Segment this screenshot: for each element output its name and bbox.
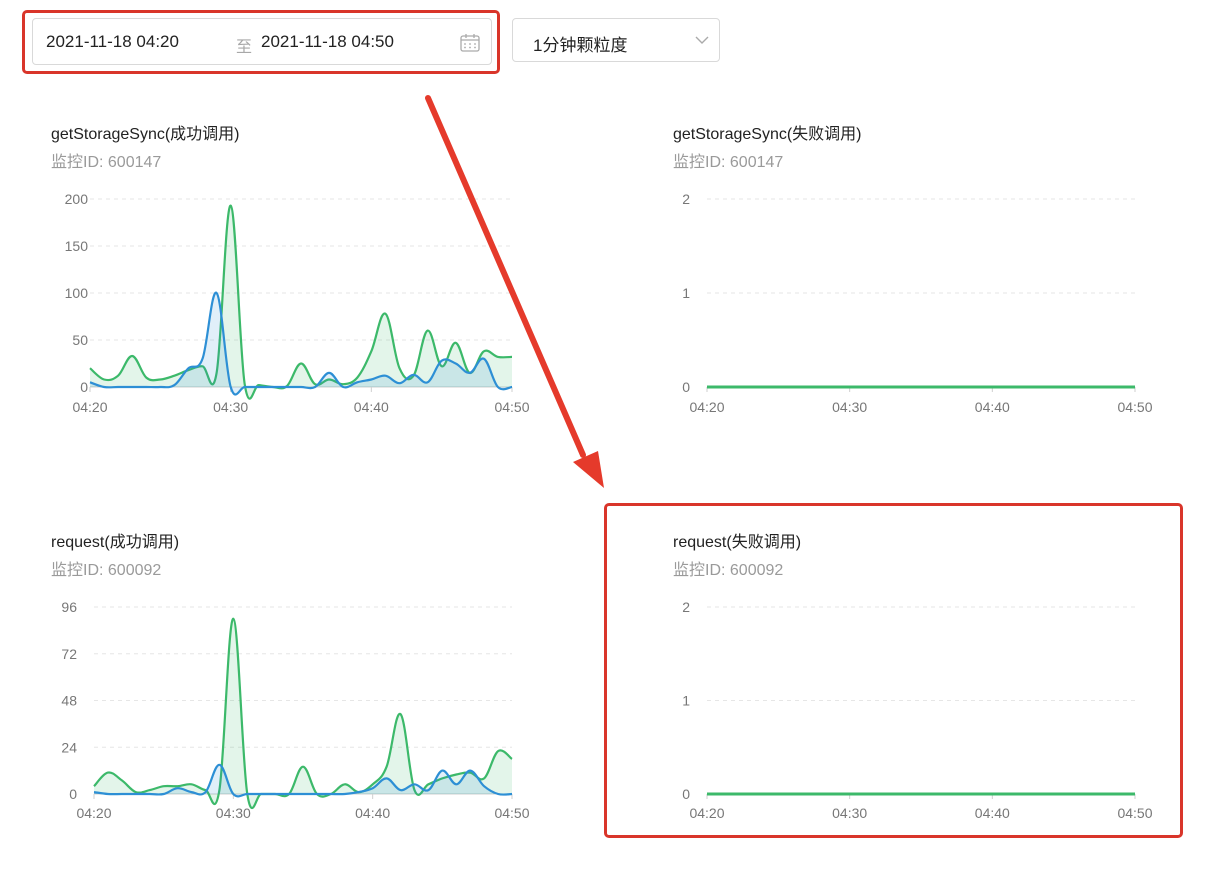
y-tick-label: 72 [61, 646, 77, 662]
x-tick-label: 04:20 [76, 805, 111, 821]
y-tick-label: 150 [65, 238, 89, 254]
chart-panel-request-success: request(成功调用) 监控ID: 600092 0 24 48 72 96 04:2… [0, 528, 560, 888]
start-date-input[interactable]: 2021-11-18 04:20 [46, 32, 179, 52]
x-tick-label: 04:50 [1117, 399, 1152, 415]
granularity-value: 1分钟颗粒度 [533, 36, 628, 55]
x-tick-label: 04:40 [975, 399, 1010, 415]
x-tick-label: 04:50 [1117, 805, 1152, 821]
y-tick-label: 50 [72, 332, 88, 348]
x-tick-label: 04:30 [216, 805, 251, 821]
y-tick-label: 2 [682, 599, 690, 615]
x-tick-label: 04:40 [354, 399, 389, 415]
chart-plot: 0 1 2 04:20 04:30 04:40 04:50 [682, 191, 1153, 415]
x-tick-label: 04:30 [832, 399, 867, 415]
chart-plot: 0 24 48 72 96 04:20 04:30 04:40 04:50 [61, 599, 529, 821]
range-separator: 至 [236, 39, 253, 56]
x-tick-label: 04:30 [832, 805, 867, 821]
chart-panel-storage-success: getStorageSync(成功调用) 监控ID: 600147 0 50 100… [0, 120, 560, 480]
x-tick-label: 04:40 [355, 805, 390, 821]
granularity-select[interactable]: 1分钟颗粒度 [512, 18, 720, 62]
chart-plot: 0 50 100 150 200 04:20 04:30 04:40 04:50 [65, 191, 530, 415]
y-tick-label: 2 [682, 191, 690, 207]
arrow-head [573, 451, 604, 488]
toolbar: 2021-11-18 04:20 至 2021-11-18 04:50 1分钟颗… [0, 0, 1220, 80]
date-range-picker[interactable]: 2021-11-18 04:20 至 2021-11-18 04:50 [32, 18, 492, 65]
chart-panel-storage-failure: getStorageSync(失败调用) 监控ID: 600147 0 1 2 04:… [622, 120, 1182, 480]
x-tick-label: 04:40 [975, 805, 1010, 821]
chart-panel-request-failure: request(失败调用) 监控ID: 600092 0 1 2 04:20 04:30… [622, 528, 1182, 888]
calendar-icon[interactable] [460, 34, 480, 52]
x-tick-label: 04:50 [494, 399, 529, 415]
chevron-down-icon [695, 36, 709, 44]
x-tick-label: 04:50 [494, 805, 529, 821]
y-tick-label: 0 [682, 379, 690, 395]
y-tick-label: 0 [80, 379, 88, 395]
x-tick-label: 04:20 [72, 399, 107, 415]
y-tick-label: 48 [61, 693, 77, 709]
y-tick-label: 1 [682, 693, 690, 709]
y-tick-label: 1 [682, 285, 690, 301]
y-tick-label: 0 [682, 786, 690, 802]
x-tick-label: 04:30 [213, 399, 248, 415]
y-tick-label: 24 [61, 739, 77, 755]
y-tick-label: 100 [65, 285, 89, 301]
chart-plot: 0 1 2 04:20 04:30 04:40 04:50 [682, 599, 1153, 821]
x-tick-label: 04:20 [689, 805, 724, 821]
end-date-input[interactable]: 2021-11-18 04:50 [261, 32, 394, 52]
y-tick-label: 200 [65, 191, 89, 207]
x-tick-label: 04:20 [689, 399, 724, 415]
y-tick-label: 96 [61, 599, 77, 615]
y-tick-label: 0 [69, 786, 77, 802]
